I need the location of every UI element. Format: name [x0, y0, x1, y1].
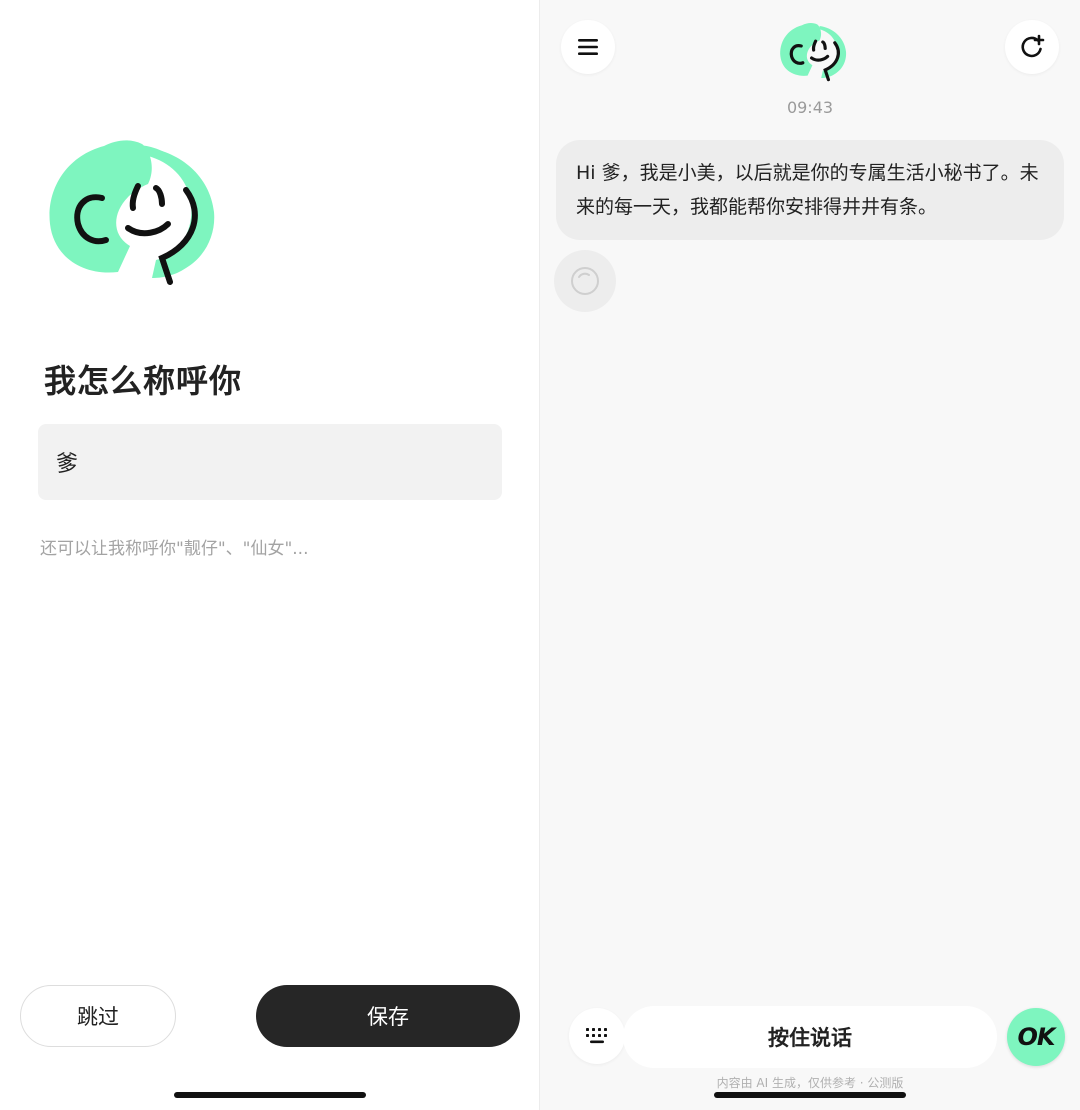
ok-badge-button[interactable]: OK	[1007, 1008, 1065, 1066]
name-setup-screen: 我怎么称呼你 还可以让我称呼你"靓仔"、"仙女"... 跳过 保存	[0, 0, 540, 1110]
assistant-face-icon	[49, 140, 215, 285]
menu-button[interactable]	[561, 20, 615, 74]
home-indicator[interactable]	[174, 1092, 366, 1098]
save-button[interactable]: 保存	[256, 985, 520, 1047]
assistant-message-bubble: Hi 爹，我是小美，以后就是你的专属生活小秘书了。未来的每一天，我都能帮你安排得…	[556, 140, 1064, 240]
new-chat-button[interactable]	[1005, 20, 1059, 74]
ai-disclaimer: 内容由 AI 生成，仅供参考 · 公测版	[716, 1076, 904, 1090]
keyboard-icon	[586, 1028, 607, 1044]
menu-icon	[578, 39, 598, 55]
assistant-avatar-small[interactable]	[778, 16, 850, 84]
message-timestamp: 09:43	[786, 98, 834, 117]
nickname-hint: 还可以让我称呼你"靓仔"、"仙女"...	[40, 539, 309, 559]
hold-to-talk-button[interactable]: 按住说话	[623, 1006, 997, 1068]
nickname-input[interactable]	[38, 424, 502, 500]
new-chat-icon	[1021, 34, 1045, 58]
chat-screen: 09:43 Hi 爹，我是小美，以后就是你的专属生活小秘书了。未来的每一天，我都…	[540, 0, 1080, 1110]
home-indicator[interactable]	[714, 1092, 906, 1098]
page-title: 我怎么称呼你	[44, 362, 243, 400]
loading-spinner-icon	[571, 267, 599, 295]
keyboard-toggle-button[interactable]	[569, 1008, 625, 1064]
assistant-avatar	[44, 128, 224, 288]
skip-button[interactable]: 跳过	[20, 985, 176, 1047]
assistant-face-icon	[780, 22, 847, 82]
loading-indicator	[554, 250, 616, 312]
